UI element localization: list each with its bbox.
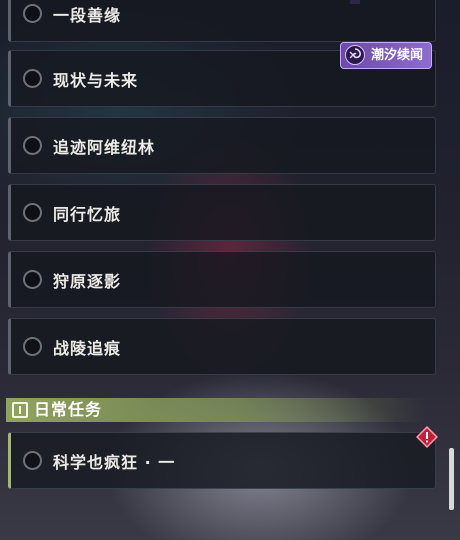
quest-item[interactable]: 狩原逐影 (8, 251, 436, 308)
quest-item[interactable]: 战陵追痕 (8, 318, 436, 375)
quest-item[interactable]: 追迹阿维纽林 (8, 117, 436, 174)
quest-label: 一段善缘 (53, 5, 122, 25)
quest-label: 同行忆旅 (53, 204, 122, 224)
quest-radio[interactable] (23, 3, 42, 23)
event-badge[interactable]: 潮汐续闻 (340, 42, 433, 69)
daily-quests-header[interactable]: 日常任务 (6, 398, 426, 422)
quest-item[interactable]: 一段善缘 (8, 0, 436, 42)
section-title: 日常任务 (34, 400, 103, 419)
daily-quest-item[interactable]: 科学也疯狂 · 一 (8, 432, 436, 489)
tide-swirl-icon (345, 45, 365, 65)
quest-label: 科学也疯狂 · 一 (53, 452, 176, 472)
quest-label: 现状与未来 (53, 70, 139, 90)
quest-label: 狩原逐影 (53, 271, 122, 291)
quest-list-panel: 一段善缘 现状与未来 潮汐续闻 追迹阿维纽林 同行忆旅 狩原逐影 战陵追痕 日常… (0, 0, 460, 540)
red-diamond-alert-icon (416, 426, 438, 448)
quest-label: 追迹阿维纽林 (53, 137, 156, 157)
quest-board-icon (12, 402, 28, 418)
quest-radio[interactable] (23, 68, 42, 88)
quest-radio[interactable] (23, 269, 42, 289)
quest-label: 战陵追痕 (53, 338, 122, 358)
quest-item[interactable]: 同行忆旅 (8, 184, 436, 241)
quest-radio[interactable] (23, 202, 42, 222)
quest-radio[interactable] (23, 135, 42, 155)
quest-radio[interactable] (23, 450, 42, 470)
scrollbar-thumb[interactable] (449, 448, 454, 510)
quest-radio[interactable] (23, 336, 42, 356)
event-badge-label: 潮汐续闻 (371, 48, 424, 63)
